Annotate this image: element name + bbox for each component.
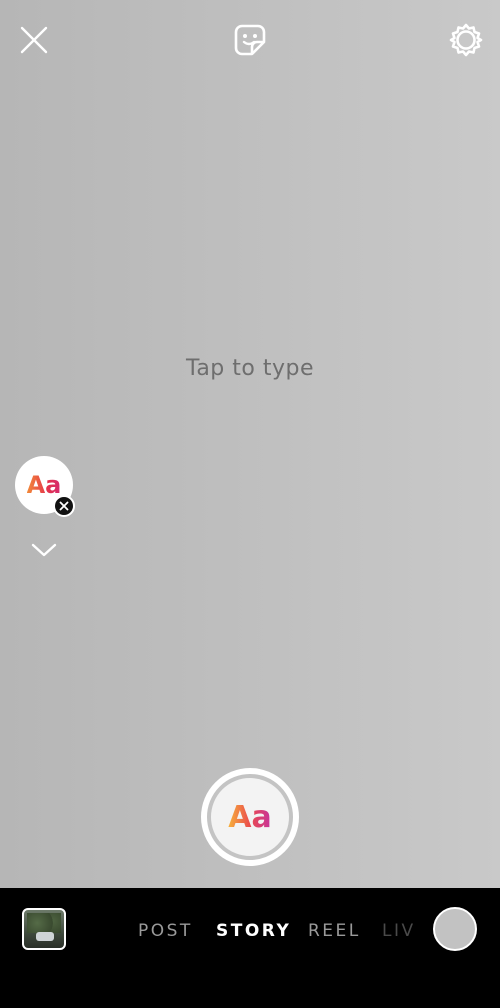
thumbnail-image: [27, 913, 61, 933]
create-text-shutter-button[interactable]: Aa: [201, 768, 299, 866]
settings-button[interactable]: [446, 20, 486, 60]
shutter-label: Aa: [228, 799, 272, 835]
bottom-mode-bar: [0, 888, 500, 1008]
font-style-label: Aa: [26, 471, 62, 499]
gear-icon: [449, 23, 483, 57]
tap-to-type-prompt[interactable]: Tap to type: [0, 356, 500, 381]
shutter-inner-ring: Aa: [207, 774, 293, 860]
mode-tabs: POST STORY REEL LIV: [138, 920, 422, 942]
tab-story[interactable]: STORY: [216, 921, 308, 941]
expand-tools-button[interactable]: [30, 540, 58, 560]
remove-font-button[interactable]: [53, 495, 75, 517]
tab-reel[interactable]: REEL: [308, 921, 382, 941]
tab-post[interactable]: POST: [138, 921, 216, 941]
gallery-thumbnail[interactable]: [22, 908, 66, 950]
close-button[interactable]: [14, 20, 54, 60]
story-create-screen: Tap to type Aa Aa POST STORY REEL LIV: [0, 0, 500, 1008]
tab-live[interactable]: LIV: [382, 921, 422, 941]
chevron-down-icon: [31, 543, 57, 557]
close-icon: [59, 501, 69, 511]
sticker-icon: [234, 24, 266, 56]
thumbnail-image-detail: [36, 932, 54, 941]
close-icon: [20, 26, 48, 54]
text-canvas[interactable]: Tap to type Aa Aa: [0, 0, 500, 888]
sticker-button[interactable]: [230, 20, 270, 60]
camera-button[interactable]: [433, 907, 477, 951]
